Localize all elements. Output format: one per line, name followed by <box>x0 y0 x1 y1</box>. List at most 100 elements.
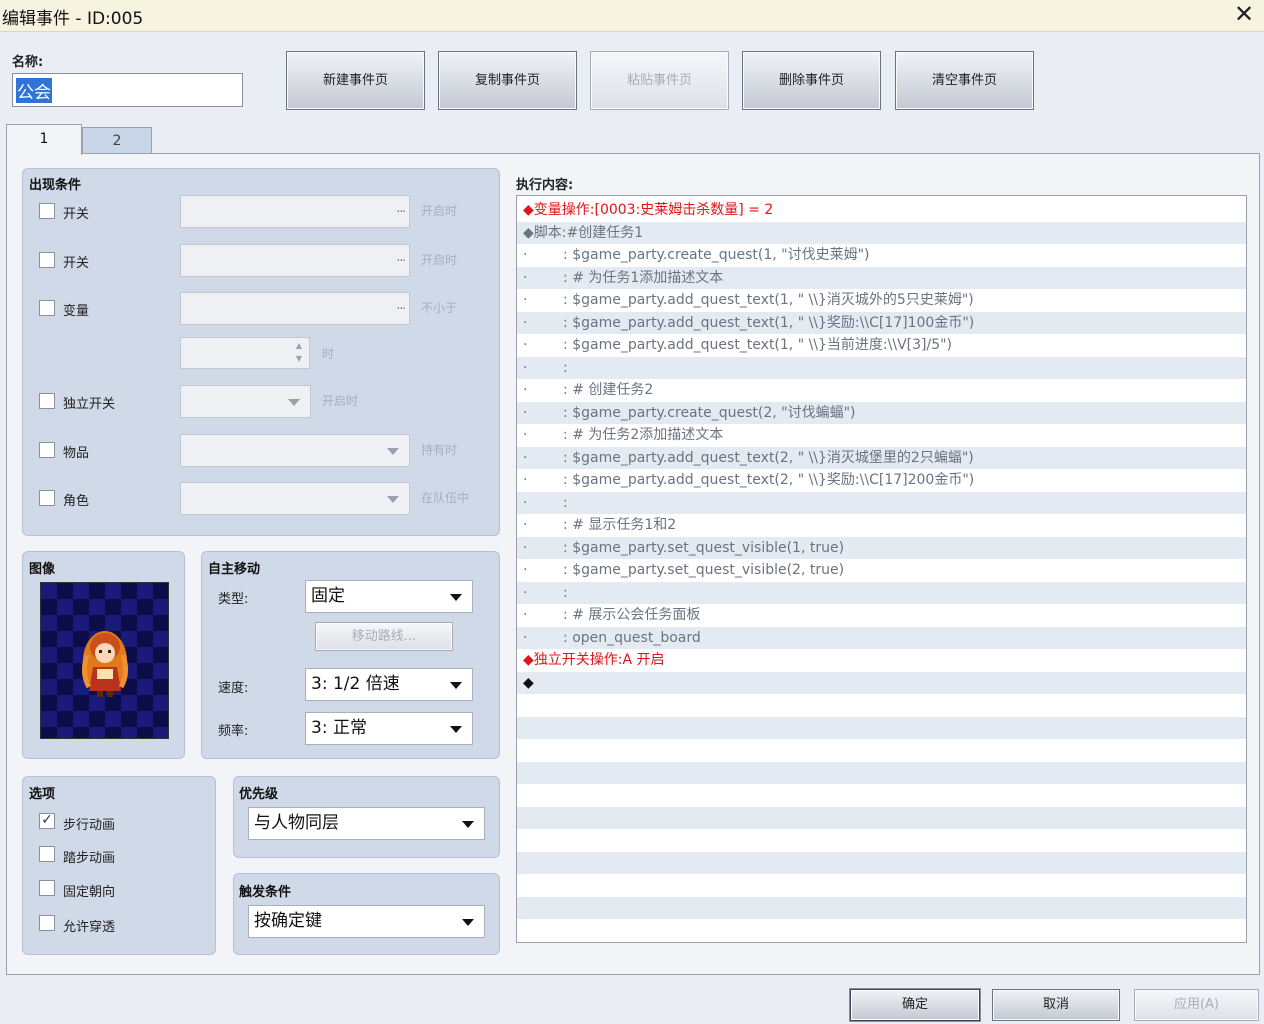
switch2-label: 开关 <box>63 256 90 271</box>
move-type-value: 固定 <box>311 586 345 606</box>
item-select[interactable] <box>180 434 410 467</box>
spin-down-icon[interactable]: ▼ <box>296 354 302 363</box>
command-line[interactable]: · : $game_party.add_quest_text(1, " \\}当… <box>517 334 1246 357</box>
stepping-anim-label: 踏步动画 <box>63 851 116 866</box>
switch1-select[interactable]: ... <box>180 195 410 228</box>
command-line[interactable]: · : <box>517 356 1246 379</box>
switch2-select[interactable]: ... <box>180 244 410 277</box>
command-line[interactable] <box>517 919 1246 942</box>
apply-button[interactable]: 应用(A) <box>1134 989 1259 1021</box>
self-switch-checkbox[interactable] <box>39 393 55 409</box>
switch2-checkbox[interactable] <box>39 252 55 268</box>
command-line[interactable]: · : $game_party.set_quest_visible(1, tru… <box>517 536 1246 559</box>
variable-select[interactable]: ... <box>180 292 410 325</box>
move-type-dropdown[interactable]: 固定 <box>305 580 473 613</box>
delete-page-button[interactable]: 删除事件页 <box>742 51 881 110</box>
options-title: 选项 <box>29 787 56 802</box>
actor-checkbox[interactable] <box>39 490 55 506</box>
tab-page-2[interactable]: 2 <box>82 127 152 154</box>
command-line[interactable]: ◆独立开关操作:A 开启 <box>517 649 1246 672</box>
clear-page-button[interactable]: 清空事件页 <box>895 51 1034 110</box>
ok-button[interactable]: 确定 <box>850 989 980 1021</box>
command-line[interactable] <box>517 694 1246 717</box>
switch1-hint: 开启时 <box>421 204 458 218</box>
command-line[interactable]: · : $game_party.add_quest_text(1, " \\}消… <box>517 289 1246 312</box>
character-image[interactable] <box>40 582 169 739</box>
direction-fix-label: 固定朝向 <box>63 885 116 900</box>
command-line[interactable]: · : # 为任务1添加描述文本 <box>517 266 1246 289</box>
close-icon[interactable]: ✕ <box>1230 2 1258 28</box>
variable-checkbox[interactable] <box>39 300 55 316</box>
command-line[interactable] <box>517 896 1246 919</box>
name-value: 公会 <box>16 78 52 103</box>
command-line[interactable] <box>517 851 1246 874</box>
command-text: ◆变量操作:[0003:史莱姆击杀数量] = 2 <box>523 202 774 218</box>
command-line[interactable] <box>517 784 1246 807</box>
new-page-button[interactable]: 新建事件页 <box>286 51 425 110</box>
command-line[interactable]: · : $game_party.create_quest(2, "讨伐蝙蝠") <box>517 401 1246 424</box>
paste-page-button[interactable]: 粘贴事件页 <box>590 51 729 110</box>
command-line[interactable]: · : # 创建任务2 <box>517 379 1246 402</box>
direction-fix-checkbox[interactable] <box>39 880 55 896</box>
move-frequency-value: 3: 正常 <box>311 718 367 738</box>
through-checkbox[interactable] <box>39 915 55 931</box>
move-frequency-dropdown[interactable]: 3: 正常 <box>305 712 473 745</box>
command-line[interactable]: · : <box>517 581 1246 604</box>
cancel-button[interactable]: 取消 <box>992 989 1120 1021</box>
name-field[interactable]: 公会 <box>12 73 243 107</box>
window-title: 编辑事件 - ID:005 <box>2 9 144 29</box>
autonomous-title: 自主移动 <box>208 562 261 577</box>
walking-anim-checkbox[interactable]: ✓ <box>39 813 55 829</box>
command-line[interactable]: · : $game_party.add_quest_text(2, " \\}奖… <box>517 469 1246 492</box>
command-text: · : $game_party.add_quest_text(1, " \\}奖… <box>523 314 975 331</box>
stepping-anim-checkbox[interactable] <box>39 846 55 862</box>
spin-up-icon[interactable]: ▲ <box>296 341 302 350</box>
self-switch-select[interactable] <box>180 385 311 418</box>
command-line[interactable] <box>517 716 1246 739</box>
command-line[interactable]: · : $game_party.add_quest_text(2, " \\}消… <box>517 446 1246 469</box>
chevron-down-icon <box>450 726 462 733</box>
command-line[interactable]: ◆脚本:#创建任务1 <box>517 221 1246 244</box>
command-line[interactable] <box>517 874 1246 897</box>
item-label: 物品 <box>63 446 90 461</box>
command-line[interactable]: · : # 为任务2添加描述文本 <box>517 424 1246 447</box>
item-checkbox[interactable] <box>39 442 55 458</box>
tab-page-1[interactable]: 1 <box>6 124 82 155</box>
command-line[interactable] <box>517 761 1246 784</box>
variable-value-spinner[interactable]: ▲ ▼ <box>180 337 310 369</box>
name-label: 名称: <box>12 55 44 70</box>
command-text: · : $game_party.create_quest(2, "讨伐蝙蝠") <box>523 404 856 421</box>
command-line[interactable]: · : <box>517 491 1246 514</box>
command-text: · : $game_party.add_quest_text(1, " \\}当… <box>523 337 953 353</box>
command-line[interactable]: ◆ <box>517 671 1246 694</box>
command-line[interactable] <box>517 806 1246 829</box>
variable-label: 变量 <box>63 304 90 319</box>
command-line[interactable]: · : # 展示公会任务面板 <box>517 604 1246 627</box>
command-line[interactable]: ◆变量操作:[0003:史莱姆击杀数量] = 2 <box>517 199 1246 222</box>
command-text: · : # 为任务2添加描述文本 <box>523 427 724 443</box>
command-line[interactable] <box>517 829 1246 852</box>
command-text: · : open_quest_board <box>523 629 701 646</box>
move-route-button[interactable]: 移动路线... <box>315 622 453 651</box>
event-commands-list[interactable]: ◆变量操作:[0003:史莱姆击杀数量] = 2 ◆脚本:#创建任务1 · : $g… <box>516 195 1247 943</box>
command-line[interactable]: · : $game_party.create_quest(1, "讨伐史莱姆") <box>517 244 1246 267</box>
command-line[interactable] <box>517 739 1246 762</box>
copy-page-button[interactable]: 复制事件页 <box>438 51 577 110</box>
variable-unit: 时 <box>322 347 335 361</box>
command-text: · : $game_party.create_quest(1, "讨伐史莱姆") <box>523 247 870 263</box>
priority-dropdown[interactable]: 与人物同层 <box>248 807 485 840</box>
switch1-checkbox[interactable] <box>39 203 55 219</box>
actor-select[interactable] <box>180 482 410 515</box>
command-line[interactable]: · : open_quest_board <box>517 626 1246 649</box>
move-speed-dropdown[interactable]: 3: 1/2 倍速 <box>305 668 473 701</box>
trigger-dropdown[interactable]: 按确定键 <box>248 905 485 938</box>
move-frequency-label: 频率: <box>218 724 249 739</box>
self-switch-label: 独立开关 <box>63 397 116 412</box>
command-line[interactable]: · : # 显示任务1和2 <box>517 514 1246 537</box>
command-text: · : <box>523 359 568 376</box>
command-line[interactable]: · : $game_party.add_quest_text(1, " \\}奖… <box>517 311 1246 334</box>
command-line[interactable]: · : $game_party.set_quest_visible(2, tru… <box>517 559 1246 582</box>
actor-label: 角色 <box>63 494 90 509</box>
chevron-down-icon <box>462 821 474 828</box>
command-text: · : # 为任务1添加描述文本 <box>523 269 724 286</box>
